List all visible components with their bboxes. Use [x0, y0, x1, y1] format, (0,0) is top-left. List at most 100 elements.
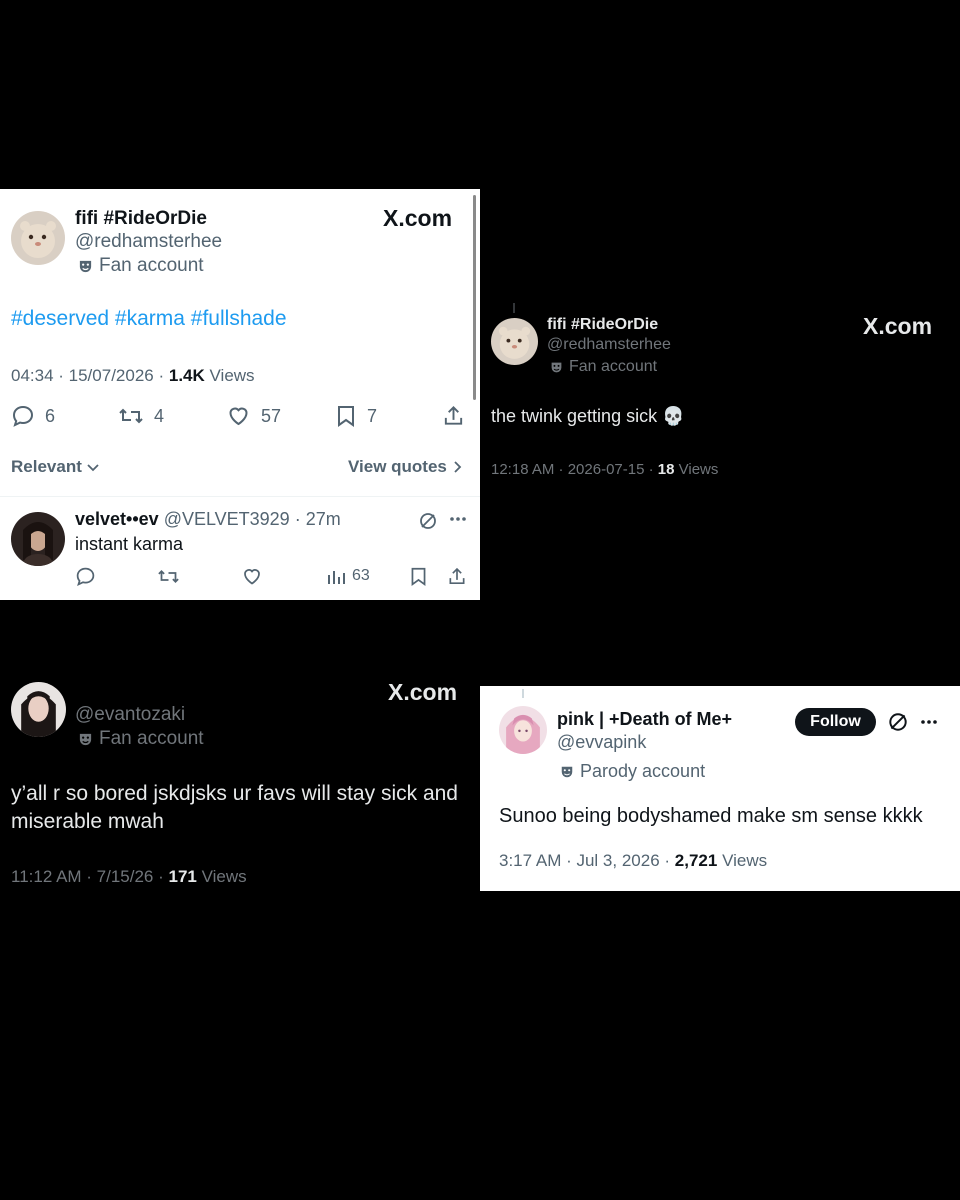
analytics-icon [328, 571, 345, 584]
badge-label: Fan account [569, 358, 658, 375]
tweet-meta: 11:12 AM · 7/15/26 · 171 Views [11, 867, 247, 887]
reply-display-name[interactable]: velvet••ev [75, 509, 159, 529]
chevron-down-icon [87, 464, 99, 472]
fan-account-badge: Fan account [78, 728, 204, 750]
reply-icon [76, 567, 95, 587]
reply-views-count: 63 [352, 567, 370, 584]
heart-icon [244, 569, 260, 585]
bookmark-icon [411, 567, 426, 586]
view-quotes-link[interactable]: View quotes [348, 457, 463, 477]
follow-button[interactable]: Follow [795, 708, 876, 736]
reply-text: instant karma [75, 534, 184, 554]
hashtag-link[interactable]: #karma [115, 307, 185, 330]
divider [0, 496, 480, 497]
share-icon [444, 406, 463, 425]
hashtag-link[interactable]: #deserved [11, 307, 109, 330]
tweet-card-3: @evantozaki Fan account X.com y’all r so… [0, 670, 480, 895]
grok-icon[interactable] [418, 511, 438, 531]
display-name[interactable]: pink | +Death of Me+ [557, 709, 732, 730]
reply-like-button[interactable] [241, 566, 263, 587]
sort-label: Relevant [11, 457, 82, 476]
bookmark-count: 7 [367, 405, 378, 426]
handle[interactable]: @redhamsterhee [75, 231, 222, 253]
fan-account-badge: Fan account [78, 255, 204, 277]
badge-label: Fan account [99, 728, 204, 749]
views-count: 171 [168, 867, 197, 886]
avatar[interactable] [499, 706, 547, 754]
repost-icon [158, 570, 179, 583]
display-name[interactable]: fifi #RideOrDie [75, 208, 207, 230]
x-com-watermark: X.com [388, 679, 458, 705]
grok-icon[interactable] [887, 711, 909, 733]
more-icon[interactable] [920, 719, 938, 725]
tweet-card-4: pink | +Death of Me+ @evvapink Parody ac… [480, 686, 960, 891]
reply-header: velvet••ev @VELVET3929 · 27m [75, 509, 341, 530]
bookmark-button[interactable]: 7 [335, 404, 377, 428]
views-count: 1.4K [168, 366, 205, 385]
timestamp[interactable]: 11:12 AM · 7/15/26 · [11, 867, 164, 886]
badge-label: Parody account [580, 761, 706, 781]
tweet-meta: 3:17 AM · Jul 3, 2026 · 2,721 Views [499, 851, 767, 871]
chevron-right-icon [454, 461, 462, 473]
tweet-card-1: fifi #RideOrDie @redhamsterhee Fan accou… [0, 189, 480, 600]
avatar[interactable] [11, 682, 66, 737]
more-icon[interactable] [449, 516, 467, 522]
reply-share-button[interactable] [447, 566, 467, 587]
parody-account-badge: Parody account [560, 761, 705, 782]
x-com-watermark: X.com [863, 313, 933, 339]
reply-icon [12, 405, 34, 427]
reply-repost-button[interactable] [157, 566, 180, 587]
theater-mask-icon [550, 361, 563, 374]
reply-views-button[interactable]: 63 [326, 566, 370, 586]
reply-meta[interactable]: @VELVET3929 · 27m [164, 509, 341, 529]
avatar[interactable] [491, 318, 538, 365]
share-icon [449, 567, 465, 584]
view-quotes-label: View quotes [348, 457, 447, 476]
avatar[interactable] [11, 211, 65, 265]
share-button[interactable] [442, 404, 465, 428]
display-name[interactable]: fifi #RideOrDie [547, 316, 658, 334]
tweet-text-line-2: miserable mwah [11, 810, 164, 833]
hashtag-link[interactable]: #fullshade [191, 307, 287, 330]
handle[interactable]: @evvapink [557, 732, 646, 753]
like-button[interactable]: 57 [226, 404, 281, 428]
reply-button[interactable]: 6 [11, 404, 55, 428]
views-label: Views [209, 366, 255, 385]
theater-mask-icon [560, 765, 574, 779]
timestamp[interactable]: 04:34 · 15/07/2026 · [11, 366, 164, 385]
reply-bookmark-button[interactable] [409, 566, 428, 587]
heart-icon [229, 407, 248, 426]
like-count: 57 [261, 405, 282, 426]
views-count: 2,721 [674, 851, 718, 870]
scrollbar[interactable] [473, 195, 476, 400]
tweet-meta: 04:34 · 15/07/2026 · 1.4K Views [11, 366, 255, 386]
repost-button[interactable]: 4 [118, 404, 164, 428]
badge-label: Fan account [99, 255, 204, 276]
tweet-text: #deserved #karma #fullshade [11, 307, 287, 331]
tweet-text: Sunoo being bodyshamed make sm sense kkk… [499, 805, 923, 827]
reply-reply-button[interactable] [75, 566, 96, 587]
handle[interactable]: @redhamsterhee [547, 336, 671, 354]
thread-line [522, 689, 524, 698]
tweet-card-2: fifi #RideOrDie @redhamsterhee Fan accou… [480, 300, 960, 490]
fan-account-badge: Fan account [550, 358, 657, 376]
timestamp[interactable]: 12:18 AM · 2026-07-15 · [491, 461, 654, 478]
views-label: Views [201, 867, 247, 886]
handle[interactable]: @evantozaki [75, 704, 185, 726]
sort-dropdown[interactable]: Relevant [11, 457, 100, 477]
views-label: Views [678, 461, 719, 478]
repost-icon [119, 408, 143, 424]
bookmark-icon [338, 406, 354, 427]
views-count: 18 [657, 461, 675, 478]
thread-line [513, 303, 515, 313]
timestamp[interactable]: 3:17 AM · Jul 3, 2026 · [499, 851, 670, 870]
reply-avatar[interactable] [11, 512, 65, 566]
reply-count: 6 [45, 405, 56, 426]
x-com-watermark: X.com [383, 205, 453, 231]
views-label: Views [722, 851, 768, 870]
tweet-meta: 12:18 AM · 2026-07-15 · 18 Views [491, 461, 718, 478]
tweet-text: the twink getting sick 💀 [491, 406, 685, 426]
tweet-text-line-1: y’all r so bored jskdjsks ur favs will s… [11, 782, 458, 805]
theater-mask-icon [78, 732, 93, 747]
theater-mask-icon [78, 259, 93, 274]
